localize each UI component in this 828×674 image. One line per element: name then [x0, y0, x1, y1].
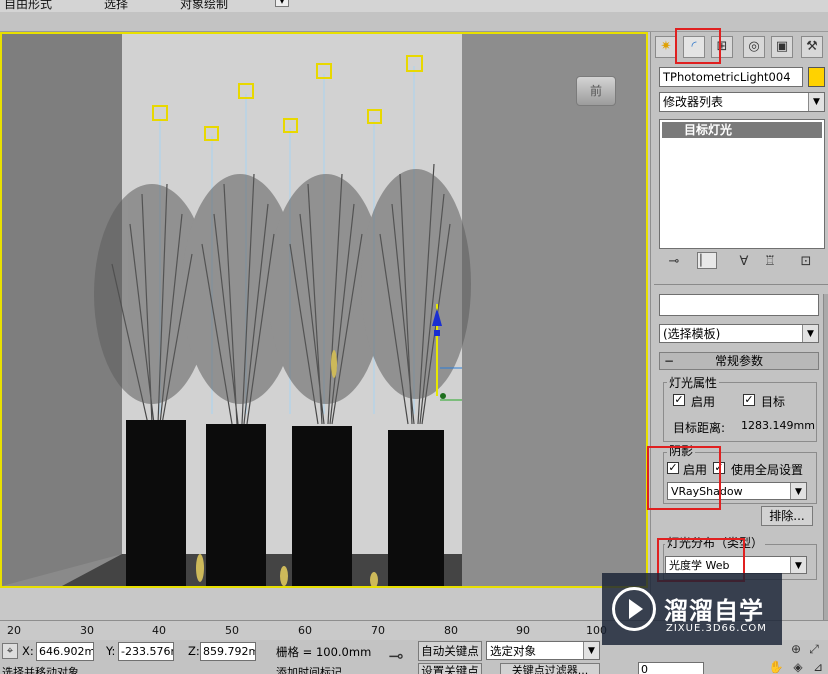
right-wall — [462, 34, 646, 586]
scene-render — [2, 34, 646, 586]
menu-freeform[interactable]: 自由形式 — [4, 0, 52, 12]
x-label: X: — [22, 644, 34, 658]
timeline-label: 40 — [152, 624, 166, 637]
grid-size-label: 栅格 = 100.0mm — [276, 645, 372, 659]
timeline-label: 90 — [516, 624, 530, 637]
object-name-field[interactable]: TPhotometricLight004 — [659, 67, 803, 87]
hierarchy-tab-icon[interactable]: ⊞ — [711, 36, 733, 58]
menubar-dropdown-arrow[interactable]: ▾ — [275, 0, 289, 7]
target-checkbox[interactable]: ✓ — [743, 394, 755, 406]
key-filters-button[interactable]: 关键点过滤器... — [500, 663, 600, 674]
pan-hand-icon[interactable]: ✋ — [768, 660, 784, 674]
display-tab-icon[interactable]: ▣ — [771, 36, 793, 58]
key-mode-dropdown[interactable]: 选定对象 ▼ — [486, 641, 600, 660]
target-distance-value: 1283.149mm — [741, 419, 815, 432]
exclude-button[interactable]: 排除... — [761, 506, 813, 526]
create-tab-icon[interactable]: ✷ — [655, 36, 677, 58]
modifier-stack: 目标灯光 — [659, 119, 825, 249]
panel-scrollbar[interactable] — [823, 294, 828, 624]
divider — [654, 284, 828, 285]
modifier-list-dropdown[interactable]: 修改器列表 ▼ — [659, 92, 825, 112]
distribution-label: 灯光分布（类型） — [665, 536, 766, 550]
x-coordinate-field[interactable]: 646.902mm — [36, 642, 94, 661]
rollout-title-label: 常规参数 — [714, 354, 763, 368]
chevron-down-icon: ▼ — [790, 557, 806, 573]
viewcube[interactable]: 前 — [576, 76, 616, 106]
pin-stack-icon[interactable]: ⊸ — [665, 254, 683, 269]
target-distance-label: 目标距离: — [673, 421, 726, 435]
stack-item-target-light[interactable]: 目标灯光 — [662, 122, 822, 138]
auto-key-button[interactable]: 自动关键点 — [418, 641, 482, 661]
use-global-label: 使用全局设置 — [731, 463, 804, 477]
shadow-enable-checkbox[interactable]: ✓ — [667, 462, 679, 474]
key-icon[interactable]: ⊸ — [382, 646, 410, 667]
watermark-url: ZIXUE.3D66.COM — [666, 623, 767, 634]
y-label: Y: — [106, 644, 116, 658]
chevron-down-icon: ▼ — [808, 93, 824, 111]
motion-tab-icon[interactable]: ◎ — [743, 36, 765, 58]
utilities-tab-icon[interactable]: ⚒ — [801, 36, 823, 58]
add-time-tag[interactable]: 添加时间标记 — [276, 664, 342, 674]
target-label: 目标 — [761, 395, 786, 409]
command-panel: ✷ ◜ ⊞ ◎ ▣ ⚒ TPhotometricLight004 修改器列表 ▼… — [647, 28, 828, 624]
light-props-label: 灯光属性 — [667, 376, 720, 390]
general-params-rollout-title[interactable]: − 常规参数 — [659, 352, 819, 370]
watermark-brand: 溜溜自学 — [664, 597, 764, 625]
timeline-label: 80 — [444, 624, 458, 637]
chevron-down-icon: ▼ — [802, 325, 818, 342]
show-end-result-icon[interactable]: ⎸ — [697, 252, 717, 269]
object-color-swatch[interactable] — [808, 67, 825, 87]
z-coordinate-field[interactable]: 859.792mm — [200, 642, 256, 661]
timeline-label: 50 — [225, 624, 239, 637]
z-label: Z: — [188, 644, 200, 658]
chevron-down-icon: ▼ — [790, 483, 806, 499]
play-logo-icon — [612, 587, 656, 631]
perspective-viewport[interactable]: 前 — [0, 32, 648, 588]
zoom-icon[interactable]: ⊕ — [788, 642, 804, 656]
absolute-mode-icon[interactable]: ⌖ — [2, 643, 18, 659]
use-global-checkbox[interactable]: ✓ — [713, 462, 725, 474]
key-mode-label: 选定对象 — [490, 644, 536, 658]
template-preview — [659, 294, 819, 316]
modify-tab-icon[interactable]: ◜ — [683, 36, 705, 58]
y-coordinate-field[interactable]: -233.576m — [118, 642, 174, 661]
maximize-icon[interactable]: ⤢ — [806, 642, 822, 657]
viewcube-label: 前 — [589, 84, 602, 98]
toolbar-strip — [0, 12, 828, 32]
distribution-type-dropdown[interactable]: 光度学 Web ▼ — [665, 556, 807, 574]
watermark: 溜溜自学 ZIXUE.3D66.COM — [602, 573, 782, 645]
timeline-label: 70 — [371, 624, 385, 637]
light-enable-label: 启用 — [691, 395, 716, 409]
current-frame-field[interactable]: 0 — [638, 662, 704, 674]
make-unique-icon[interactable]: ∀ — [735, 254, 753, 269]
shadow-type-dropdown[interactable]: VRayShadow ▼ — [667, 482, 807, 500]
shadows-label: 阴影 — [667, 444, 696, 458]
timeline-label: 60 — [298, 624, 312, 637]
field-of-view-icon[interactable]: ⊿ — [810, 660, 826, 674]
prompt-line: 选择并移动对象 — [2, 666, 79, 674]
shadow-type-label: VRayShadow — [671, 485, 743, 498]
distribution-type-label: 光度学 Web — [669, 559, 730, 572]
orbit-icon[interactable]: ◈ — [790, 660, 806, 674]
chevron-down-icon: ▼ — [583, 642, 599, 659]
status-bar: ⌖ X: 646.902mm Y: -233.576m Z: 859.792mm… — [0, 640, 828, 674]
template-dropdown[interactable]: (选择模板) ▼ — [659, 324, 819, 343]
menubar: 自由形式 选择 对象绘制 ▾ — [0, 0, 828, 12]
shadow-enable-label: 启用 — [683, 463, 708, 477]
configure-modifier-sets-icon[interactable]: ⊡ — [797, 254, 815, 269]
modifier-list-label: 修改器列表 — [663, 95, 724, 109]
remove-modifier-icon[interactable]: ♖ — [761, 254, 779, 269]
menu-object-paint[interactable]: 对象绘制 — [180, 0, 228, 12]
timeline-label: 30 — [80, 624, 94, 637]
template-label: (选择模板) — [663, 327, 721, 341]
rollout-collapse-icon: − — [664, 354, 675, 368]
light-enable-checkbox[interactable]: ✓ — [673, 394, 685, 406]
timeline-label: 20 — [7, 624, 21, 637]
menu-select[interactable]: 选择 — [104, 0, 128, 12]
set-key-button[interactable]: 设置关键点 — [418, 663, 482, 674]
